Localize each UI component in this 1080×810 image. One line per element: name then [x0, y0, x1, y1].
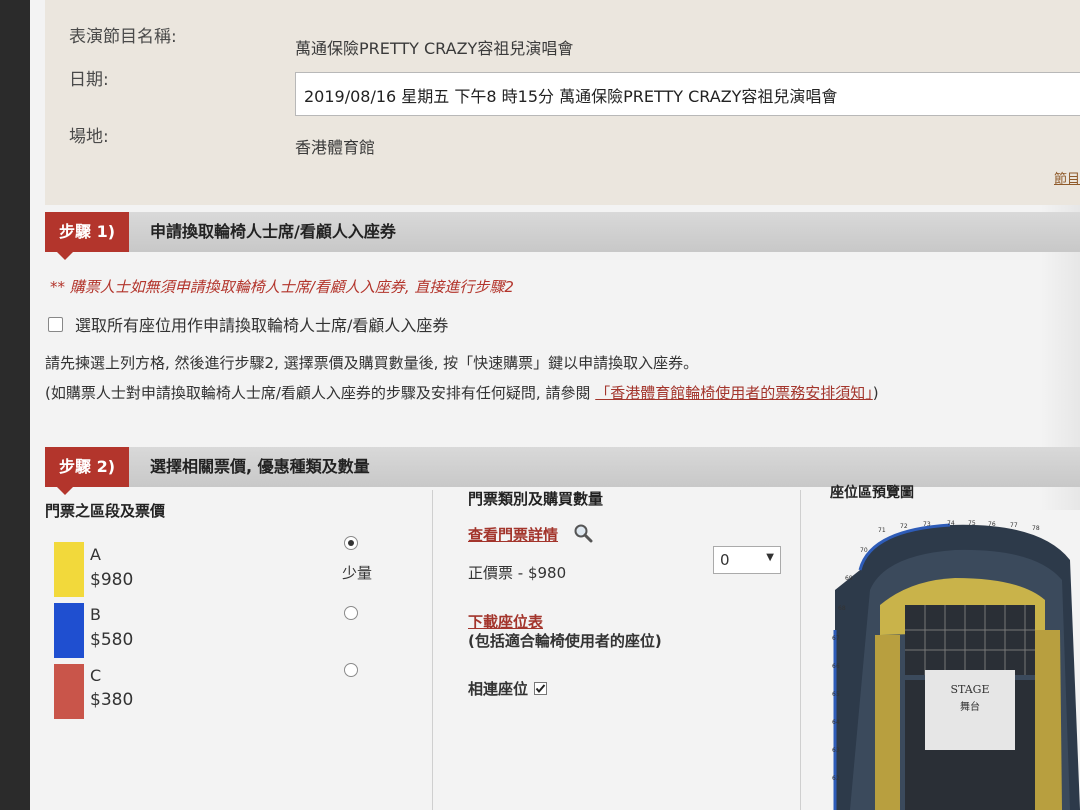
- category-b-letter: B: [90, 605, 101, 624]
- svg-text:69: 69: [845, 575, 853, 582]
- help-prefix: (如購票人士對申請換取輪椅人士席/看顧人入座券的步驟及安排有任何疑問, 請參閱: [45, 384, 591, 402]
- svg-text:77: 77: [1010, 522, 1018, 529]
- step1-badge: 步驟 1): [45, 212, 130, 260]
- availability-low-label: 少量: [342, 564, 373, 582]
- venue-value: 香港體育館: [295, 138, 376, 157]
- seat-preview-title: 座位區預覽圖: [830, 485, 914, 501]
- category-b-swatch: [54, 603, 84, 658]
- view-ticket-details-link[interactable]: 查看門票詳情: [468, 524, 558, 545]
- svg-text:70: 70: [860, 547, 868, 554]
- ticket-type-label: 正價票 - $980: [468, 564, 567, 582]
- svg-text:76: 76: [988, 521, 996, 528]
- program-link[interactable]: 節目: [1054, 168, 1080, 187]
- performance-date-select[interactable]: 2019/08/16 星期五 下午8 時15分 萬通保險PRETTY CRAZY…: [295, 72, 1080, 116]
- category-c-price: $380: [90, 690, 134, 710]
- seat-map-preview[interactable]: STAGE 舞台 71 72 73 74 75 76 77 78 70 69 68 67 66 6…: [830, 510, 1080, 810]
- svg-text:71: 71: [878, 527, 886, 534]
- svg-text:72: 72: [900, 523, 908, 530]
- help-suffix: ): [872, 384, 879, 402]
- venue-label: 場地:: [69, 127, 109, 147]
- quantity-value: 0: [720, 551, 730, 569]
- category-a-price: $980: [90, 570, 134, 590]
- svg-text:73: 73: [923, 521, 931, 528]
- ticket-type-title: 門票類別及購買數量: [468, 490, 604, 508]
- ticketing-page: 表演節目名稱: 萬通保險PRETTY CRAZY容祖兒演唱會 日期: 2019/…: [30, 0, 1080, 810]
- step1-header: 步驟 1) 申請換取輪椅人士席/看顧人入座券: [45, 212, 1080, 260]
- svg-text:64: 64: [832, 719, 840, 726]
- column-divider-1: [432, 490, 433, 810]
- step1-help: (如購票人士對申請換取輪椅人士席/看顧人入座券的步驟及安排有任何疑問, 請參閱 …: [45, 382, 879, 403]
- svg-text:63: 63: [832, 747, 840, 754]
- category-b-radio[interactable]: [344, 606, 358, 620]
- svg-text:65: 65: [832, 691, 840, 698]
- step1-note: ** 購票人士如無須申請換取輪椅人士席/看顧人入座券, 直接進行步驟2: [50, 278, 514, 296]
- wheelchair-guide-link[interactable]: 「香港體育館輪椅使用者的票務安排須知」: [595, 384, 873, 402]
- category-c-swatch: [54, 664, 84, 719]
- category-c-radio[interactable]: [344, 663, 358, 677]
- magnifier-icon[interactable]: [573, 523, 593, 543]
- adjacent-seats-checkbox[interactable]: [534, 682, 548, 695]
- event-name-label: 表演節目名稱:: [69, 27, 177, 47]
- category-c-letter: C: [90, 666, 102, 685]
- event-date-label: 日期:: [69, 70, 109, 90]
- svg-text:75: 75: [968, 520, 976, 527]
- svg-text:74: 74: [947, 520, 955, 527]
- wheelchair-checkbox-row[interactable]: 選取所有座位用作申請換取輪椅人士席/看顧人入座券: [48, 312, 448, 336]
- svg-text:78: 78: [1032, 525, 1040, 532]
- svg-text:68: 68: [838, 605, 846, 612]
- stage-label-en: STAGE: [950, 683, 989, 696]
- category-a-swatch: [54, 542, 84, 597]
- wheelchair-checkbox-label: 選取所有座位用作申請換取輪椅人士席/看顧人入座券: [75, 316, 449, 335]
- download-seat-map-link[interactable]: 下載座位表: [468, 611, 543, 632]
- column-divider-2: [800, 490, 801, 810]
- step1-title: 申請換取輪椅人士席/看顧人入座券: [150, 222, 396, 241]
- svg-text:66: 66: [832, 663, 840, 670]
- svg-text:62: 62: [832, 775, 840, 782]
- step2-header: 步驟 2) 選擇相關票價, 優惠種類及數量: [45, 447, 1080, 495]
- quantity-select[interactable]: 0 ▼: [713, 546, 781, 574]
- event-info-panel: 表演節目名稱: 萬通保險PRETTY CRAZY容祖兒演唱會 日期: 2019/…: [45, 0, 1080, 205]
- step2-title: 選擇相關票價, 優惠種類及數量: [150, 457, 370, 476]
- adjacent-seats-row[interactable]: 相連座位: [468, 678, 548, 699]
- category-a-radio[interactable]: [344, 536, 358, 550]
- wheelchair-checkbox[interactable]: [48, 316, 63, 332]
- download-note: (包括適合輪椅使用者的座位): [468, 632, 662, 650]
- chevron-down-icon: ▼: [766, 552, 774, 563]
- step2-badge: 步驟 2): [45, 447, 130, 495]
- step1-instruction: 請先揀選上列方格, 然後進行步驟2, 選擇票價及購買數量後, 按「快速購票」鍵以…: [45, 354, 699, 372]
- event-name-value: 萬通保險PRETTY CRAZY容祖兒演唱會: [295, 39, 574, 58]
- adjacent-seats-label: 相連座位: [468, 680, 529, 698]
- category-a-letter: A: [90, 545, 101, 564]
- stage-label-zh: 舞台: [960, 700, 980, 713]
- price-zone-title: 門票之區段及票價: [45, 502, 166, 520]
- category-b-price: $580: [90, 630, 134, 650]
- svg-text:67: 67: [832, 635, 840, 642]
